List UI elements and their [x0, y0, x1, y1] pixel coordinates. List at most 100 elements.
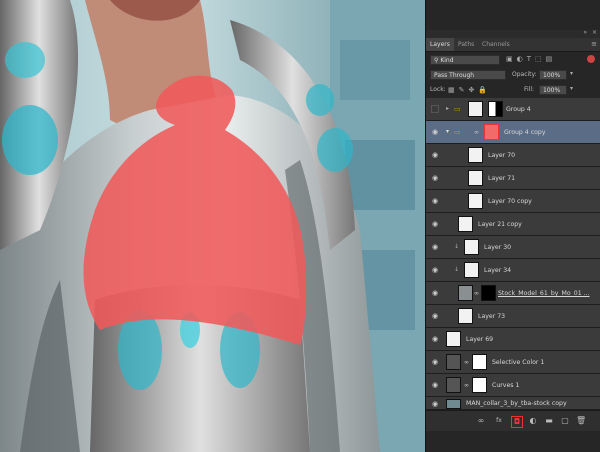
- folder-icon: ▭: [454, 128, 461, 136]
- chevron-right-icon[interactable]: ▸: [446, 105, 449, 112]
- layer-name: Stock_Model_61_by_Mo_01 ...: [498, 290, 590, 297]
- shoulder-light: [306, 84, 334, 116]
- layer-thumbnail: [464, 239, 479, 255]
- layer-row[interactable]: ◉ ∞ Selective Color 1: [426, 351, 600, 374]
- layer-mask-thumbnail[interactable]: [472, 354, 487, 370]
- visibility-off-icon[interactable]: [431, 105, 439, 113]
- tab-paths[interactable]: Paths: [454, 38, 478, 51]
- eye-icon[interactable]: ◉: [431, 266, 439, 274]
- collapse-icon[interactable]: »: [583, 29, 587, 36]
- eye-icon[interactable]: ◉: [431, 128, 439, 136]
- link-icon[interactable]: ∞: [464, 382, 469, 389]
- eye-icon[interactable]: ◉: [431, 312, 439, 320]
- filter-toggle-icon[interactable]: [587, 55, 595, 63]
- layer-thumbnail: [468, 147, 483, 163]
- eye-icon[interactable]: ◉: [431, 358, 439, 366]
- lock-row: Lock: ▦✎✥🔒 Fill: 100% ▾: [426, 82, 600, 99]
- trash-icon[interactable]: 🗑: [576, 416, 586, 426]
- layer-row[interactable]: ◉ ↓ Layer 30: [426, 236, 600, 259]
- blend-mode-select[interactable]: Pass Through: [430, 70, 506, 80]
- fill-label: Fill:: [524, 86, 535, 93]
- opacity-dropdown-icon[interactable]: ▾: [570, 70, 573, 77]
- eye-icon[interactable]: ◉: [431, 197, 439, 205]
- filter-row: ⚲ Kind ▣◐T⬚▤: [426, 52, 600, 68]
- layer-name: Layer 21 copy: [478, 221, 522, 228]
- opacity-input[interactable]: 100%: [539, 70, 567, 80]
- filter-icons[interactable]: ▣◐T⬚▤: [506, 55, 556, 63]
- layer-row[interactable]: ◉ MAN_collar_3_by_tba-stock copy: [426, 397, 600, 410]
- background-window-pane: [345, 140, 415, 210]
- layer-mask-thumbnail[interactable]: [472, 377, 487, 393]
- layer-name: Layer 34: [484, 267, 512, 274]
- layer-row[interactable]: ◉ ∞ Stock_Model_61_by_Mo_01 ...: [426, 282, 600, 305]
- layer-row[interactable]: ◉ Layer 21 copy: [426, 213, 600, 236]
- layer-mask-thumbnail-active[interactable]: [484, 124, 499, 140]
- layer-thumbnail: [446, 399, 461, 409]
- layer-thumbnail: [458, 285, 473, 301]
- layer-thumbnail: [458, 216, 473, 232]
- layer-row[interactable]: ◉ ↓ Layer 34: [426, 259, 600, 282]
- eye-icon[interactable]: ◉: [431, 400, 439, 408]
- link-icon[interactable]: ∞: [474, 290, 479, 297]
- tab-layers[interactable]: Layers: [426, 38, 454, 51]
- layers-panel: » × Layers Paths Channels ≡ ⚲ Kind ▣◐T⬚▤…: [425, 0, 600, 452]
- layer-row-group-4-copy[interactable]: ◉ ▾ ▭ ∞ Group 4 copy: [426, 121, 600, 144]
- layer-name: Layer 73: [478, 313, 506, 320]
- document-canvas[interactable]: [0, 0, 425, 452]
- adjustment-icon[interactable]: ◐: [528, 416, 538, 426]
- layer-row[interactable]: ◉ Layer 70: [426, 144, 600, 167]
- layers-bottom-toolbar: ∞ fx ◘ ◐ ▬ ▢ 🗑: [426, 410, 600, 431]
- background-window-pane: [340, 40, 410, 100]
- lock-icons[interactable]: ▦✎✥🔒: [448, 85, 491, 95]
- chevron-down-icon[interactable]: ▾: [446, 128, 449, 135]
- shoulder-light: [317, 128, 353, 172]
- layer-row[interactable]: ◉ Layer 70 copy: [426, 190, 600, 213]
- eye-icon[interactable]: ◉: [431, 151, 439, 159]
- layer-row[interactable]: ◉ ∞ Curves 1: [426, 374, 600, 397]
- lock-label: Lock:: [430, 86, 446, 93]
- layer-mask-thumbnail[interactable]: [481, 285, 496, 301]
- link-icon[interactable]: ∞: [464, 359, 469, 366]
- layer-row[interactable]: ◉ Layer 73: [426, 305, 600, 328]
- layer-name: Layer 70: [488, 152, 516, 159]
- layer-mask-thumbnail[interactable]: [488, 101, 503, 117]
- filter-kind-value: Kind: [440, 57, 454, 64]
- fx-icon[interactable]: fx: [494, 416, 504, 426]
- eye-icon[interactable]: ◉: [431, 220, 439, 228]
- fill-input[interactable]: 100%: [539, 85, 567, 95]
- eye-icon[interactable]: ◉: [431, 335, 439, 343]
- eye-icon[interactable]: ◉: [431, 243, 439, 251]
- new-layer-icon[interactable]: ▢: [560, 416, 570, 426]
- folder-icon: ▭: [454, 105, 461, 113]
- fill-dropdown-icon[interactable]: ▾: [570, 85, 573, 92]
- link-icon[interactable]: ∞: [476, 416, 486, 426]
- layer-name: Group 4: [506, 106, 531, 113]
- close-icon[interactable]: ×: [592, 29, 597, 36]
- mask-icon[interactable]: ◘: [511, 416, 523, 428]
- opacity-label: Opacity:: [512, 71, 537, 78]
- panel-menu-icon[interactable]: ≡: [591, 38, 597, 51]
- layer-name: Layer 70 copy: [488, 198, 532, 205]
- blend-row: Pass Through Opacity: 100% ▾: [426, 67, 600, 83]
- layer-name: Layer 69: [466, 336, 494, 343]
- eye-icon[interactable]: ◉: [431, 381, 439, 389]
- layer-name: Layer 71: [488, 175, 516, 182]
- layer-row[interactable]: ◉ Layer 71: [426, 167, 600, 190]
- tab-channels[interactable]: Channels: [478, 38, 514, 51]
- layer-row[interactable]: ◉ Layer 69: [426, 328, 600, 351]
- eye-icon[interactable]: ◉: [431, 289, 439, 297]
- layer-row-group-4[interactable]: ▸ ▭ Group 4: [426, 98, 600, 121]
- eye-icon[interactable]: ◉: [431, 174, 439, 182]
- layer-thumbnail: [468, 170, 483, 186]
- panel-tabs: Layers Paths Channels ≡: [426, 38, 600, 52]
- layer-thumbnail: [458, 308, 473, 324]
- layer-name: Curves 1: [492, 382, 520, 389]
- link-icon[interactable]: ∞: [474, 129, 479, 136]
- layer-name: Selective Color 1: [492, 359, 545, 366]
- layer-name: MAN_collar_3_by_tba-stock copy: [466, 400, 567, 407]
- folder-icon[interactable]: ▬: [544, 416, 554, 426]
- clip-arrow-icon: ↓: [454, 243, 460, 250]
- layer-name: Layer 30: [484, 244, 512, 251]
- layer-name: Group 4 copy: [504, 129, 546, 136]
- filter-kind-select[interactable]: ⚲ Kind: [430, 55, 500, 65]
